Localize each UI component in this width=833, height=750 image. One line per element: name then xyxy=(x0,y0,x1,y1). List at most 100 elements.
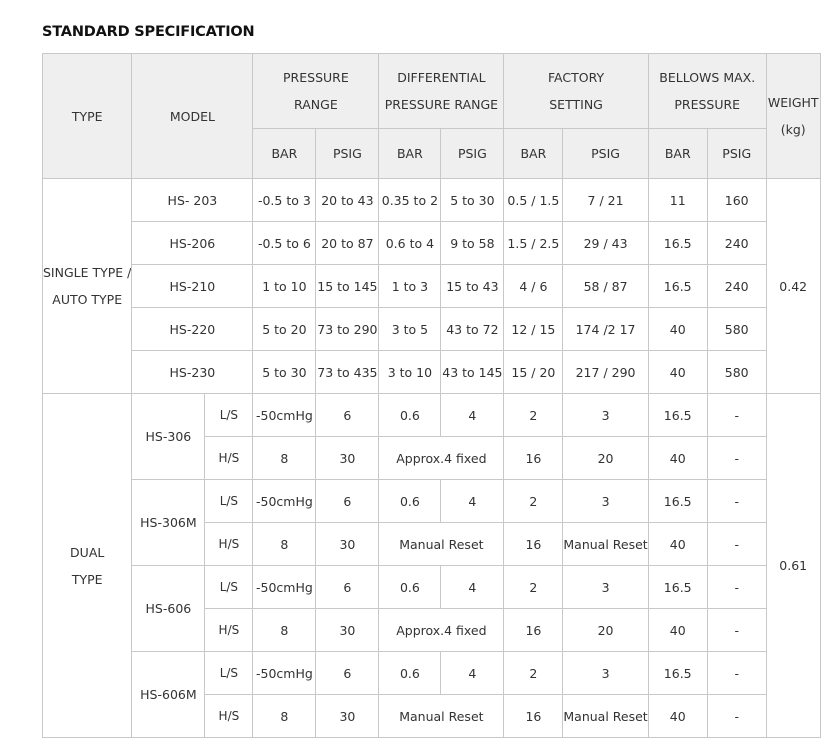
value-cell: - xyxy=(706,608,767,652)
value-cell: 0.6 xyxy=(378,393,442,437)
table-row: HS-230 5 to 30 73 to 435 3 to 10 43 to 145 15… xyxy=(43,350,821,394)
value-cell: 30 xyxy=(315,436,380,480)
switch-label-cell: L/S xyxy=(204,479,254,523)
header-weight-line: WEIGHT xyxy=(767,95,819,110)
model-cell: HS-306 xyxy=(131,393,206,480)
table-row: HS-220 5 to 20 73 to 290 3 to 5 43 to 72 12 /… xyxy=(43,307,821,351)
table-row: HS-210 1 to 10 15 to 145 1 to 3 15 to 43 4 / … xyxy=(43,264,821,308)
value-cell: 20 xyxy=(562,436,649,480)
value-cell: 160 xyxy=(706,178,767,222)
model-cell: HS-306M xyxy=(131,479,206,566)
table-row: HS-606 L/S -50cmHg 6 0.6 4 2 3 16.5- xyxy=(43,565,821,652)
switch-label-cell: L/S xyxy=(204,651,254,695)
value-cell: 0.6 xyxy=(378,479,442,523)
value-cell: 15 to 145 xyxy=(315,264,380,308)
table-row: HS-206 -0.5 to 6 20 to 87 0.6 to 49 to 58 1.… xyxy=(43,221,821,265)
header-model: MODEL xyxy=(131,53,254,179)
value-cell: 30 xyxy=(315,608,380,652)
value-cell: 8 xyxy=(252,522,317,566)
value-cell: 2 xyxy=(503,565,564,609)
value-cell: 6 xyxy=(315,565,380,609)
value-cell: 16.5 xyxy=(647,565,708,609)
model-cell: HS- 203 xyxy=(131,178,254,222)
header-weight: WEIGHT (kg) xyxy=(765,53,821,179)
unit-header: PSIG xyxy=(315,128,380,179)
unit-header: PSIG xyxy=(562,128,649,179)
value-cell: 16.5 xyxy=(647,393,708,437)
value-cell: 40 xyxy=(647,350,708,394)
switch-label-cell: H/S xyxy=(204,436,254,480)
value-cell: 16 xyxy=(503,608,564,652)
value-cell: 40 xyxy=(647,522,708,566)
value-cell: Manual Reset xyxy=(562,522,649,566)
value-cell: -50cmHg xyxy=(252,651,317,695)
value-cell: 4 xyxy=(440,651,505,695)
value-cell: 0.35 to 2 xyxy=(378,178,442,222)
type-single: SINGLE TYPE / AUTO TYPE xyxy=(41,178,133,394)
table-row: SINGLE TYPE / AUTO TYPE HS- 203 -0.5 to 3 20… xyxy=(41,178,821,394)
value-cell: 11 xyxy=(647,178,708,222)
model-cell: HS-230 xyxy=(131,350,254,394)
value-cell: 15 / 20 xyxy=(503,350,564,394)
value-cell: 6 xyxy=(315,393,380,437)
differential-merged-cell: Approx.4 fixed xyxy=(378,608,505,652)
value-cell: -0.5 to 3 xyxy=(252,178,317,222)
page-title: STANDARD SPECIFICATION xyxy=(42,24,255,40)
value-cell: 1.5 / 2.5 xyxy=(503,221,564,265)
value-cell: 8 xyxy=(252,608,317,652)
value-cell: 29 / 43 xyxy=(562,221,649,265)
value-cell: 0.5 / 1.5 xyxy=(503,178,564,222)
value-cell: 40 xyxy=(647,436,708,480)
value-cell: 0.6 to 4 xyxy=(378,221,442,265)
value-cell: -50cmHg xyxy=(252,565,317,609)
header-factory-setting: FACTORY SETTING xyxy=(503,53,649,129)
value-cell: 7 / 21 xyxy=(562,178,649,222)
switch-label-cell: L/S xyxy=(204,565,254,609)
value-cell: 0.6 xyxy=(378,565,442,609)
value-cell: 8 xyxy=(252,436,317,480)
value-cell: - xyxy=(706,522,767,566)
value-cell: 2 xyxy=(503,479,564,523)
value-cell: 30 xyxy=(315,694,380,738)
unit-header: BAR xyxy=(378,128,442,179)
value-cell: 1 to 10 xyxy=(252,264,317,308)
header-bellows-max-line: BELLOWS MAX. xyxy=(659,70,756,85)
value-cell: 4 xyxy=(440,479,505,523)
value-cell: 5 to 30 xyxy=(440,178,505,222)
value-cell: 43 to 72 xyxy=(440,307,505,351)
value-cell: 1 to 3 xyxy=(378,264,442,308)
value-cell: 580 xyxy=(706,307,767,351)
value-cell: 217 / 290 xyxy=(562,350,649,394)
differential-merged-cell: Manual Reset xyxy=(378,694,505,738)
value-cell: 16 xyxy=(503,436,564,480)
value-cell: 240 xyxy=(706,264,767,308)
header-factory-setting-line: SETTING xyxy=(549,97,603,112)
unit-header: PSIG xyxy=(706,128,767,179)
value-cell: Manual Reset xyxy=(562,694,649,738)
value-cell: 2 xyxy=(503,393,564,437)
value-cell: 20 to 87 xyxy=(315,221,380,265)
value-cell: 5 to 30 xyxy=(252,350,317,394)
header-bellows-max-line: PRESSURE xyxy=(674,97,741,112)
value-cell: 3 xyxy=(562,393,649,437)
value-cell: 58 / 87 xyxy=(562,264,649,308)
table-row: DUAL TYPE HS-306 L/S -50cmHg 6 0.6 4 2 3 16.5-0.61 xyxy=(41,393,821,738)
model-cell: HS-210 xyxy=(131,264,254,308)
value-cell: 174 /2 17 xyxy=(562,307,649,351)
differential-merged-cell: Manual Reset xyxy=(378,522,505,566)
value-cell: 6 xyxy=(315,651,380,695)
value-cell: 3 to 10 xyxy=(378,350,442,394)
table-row: HS-606M L/S -50cmHg 6 0.6 4 2 3 16.5- xyxy=(43,651,821,738)
header-factory-setting-line: FACTORY xyxy=(548,70,605,85)
differential-merged-cell: Approx.4 fixed xyxy=(378,436,505,480)
value-cell: 3 xyxy=(562,651,649,695)
value-cell: -50cmHg xyxy=(252,479,317,523)
weight-dual: 0.61 xyxy=(765,393,821,738)
value-cell: 20 xyxy=(562,608,649,652)
switch-label-cell: H/S xyxy=(204,608,254,652)
value-cell: 0.6 xyxy=(378,651,442,695)
value-cell: 5 to 20 xyxy=(252,307,317,351)
value-cell: - xyxy=(706,565,767,609)
value-cell: 16.5 xyxy=(647,479,708,523)
value-cell: 9 to 58 xyxy=(440,221,505,265)
